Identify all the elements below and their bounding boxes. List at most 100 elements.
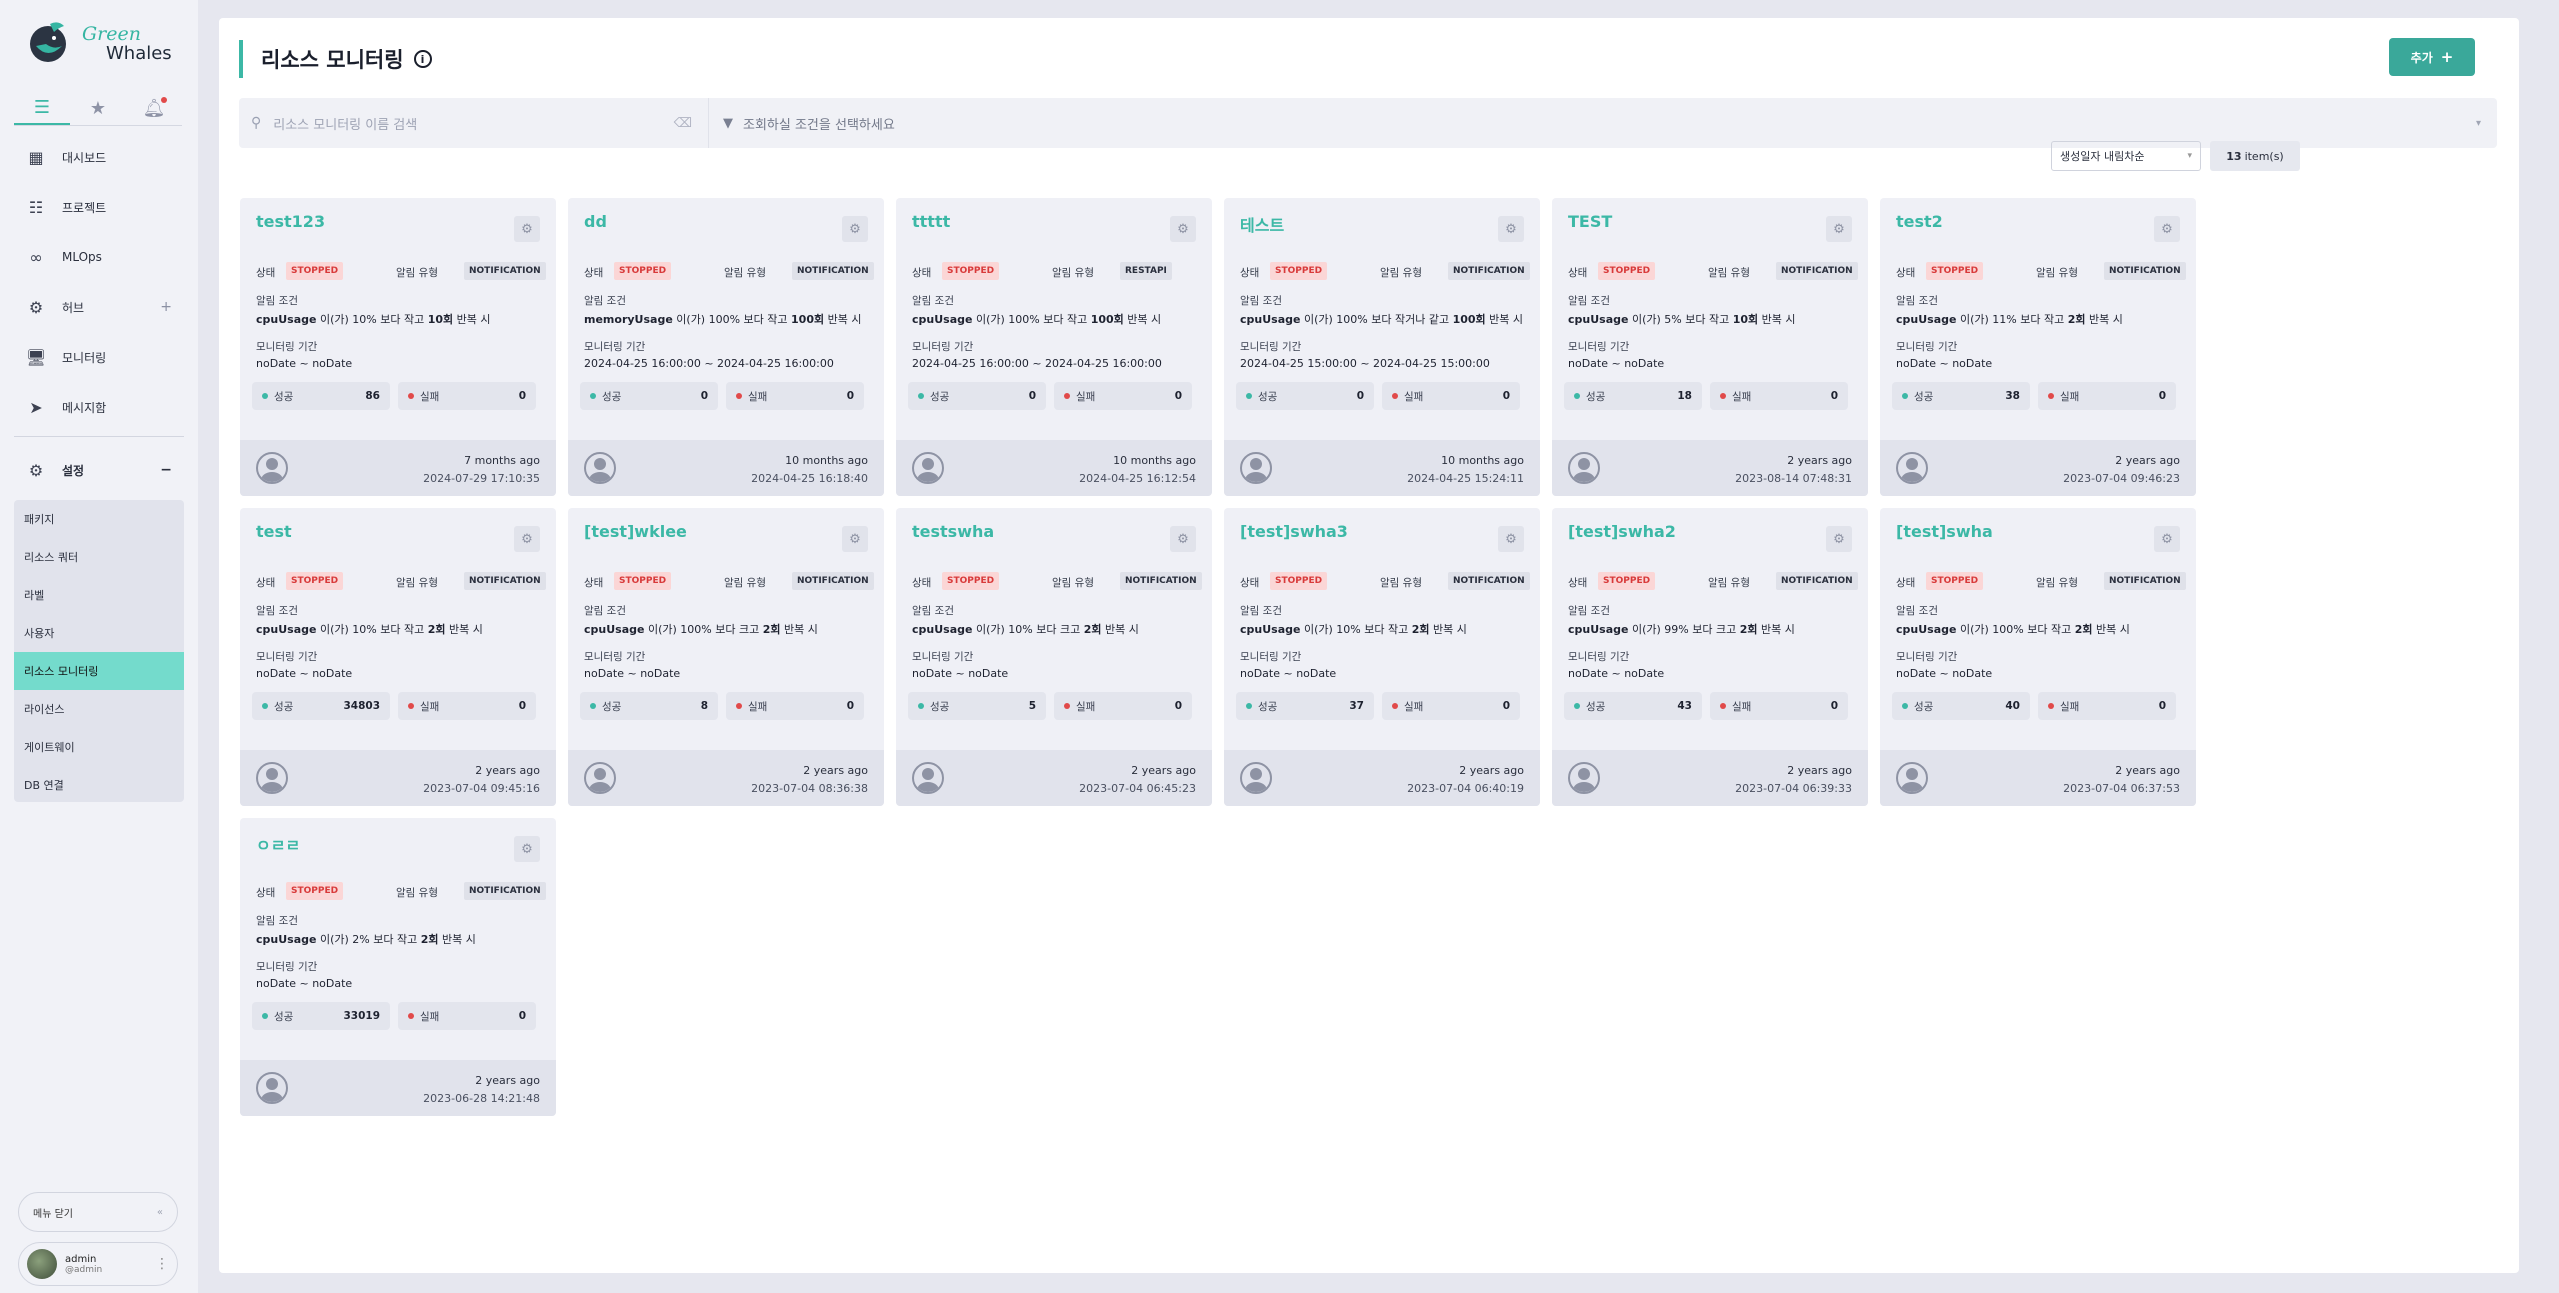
- submenu-item-resource-monitoring[interactable]: 리소스 모니터링: [14, 652, 184, 690]
- alert-condition-label: 알림 조건: [1240, 295, 1282, 307]
- status-label: 상태: [1568, 267, 1588, 279]
- sidebar-item-dashboard[interactable]: ▦ 대시보드: [0, 132, 198, 182]
- success-count: 8: [700, 700, 708, 712]
- monitoring-card[interactable]: ttttt ⚙ 상태 STOPPED 알림 유형 RESTAPI 알림 조건 c…: [896, 198, 1212, 496]
- sidebar-item-project[interactable]: ☷ 프로젝트: [0, 182, 198, 232]
- gear-icon[interactable]: ⚙: [1170, 216, 1196, 242]
- period-label: 모니터링 기간: [256, 341, 318, 353]
- card-title[interactable]: [test]swha3: [1240, 522, 1348, 541]
- submenu-item-resource-quota[interactable]: 리소스 쿼터: [14, 538, 184, 576]
- logo[interactable]: Green Whales: [28, 18, 178, 72]
- sidebar-item-messages[interactable]: ➤ 메시지함: [0, 382, 198, 432]
- monitoring-card[interactable]: [test]swha2 ⚙ 상태 STOPPED 알림 유형 NOTIFICAT…: [1552, 508, 1868, 806]
- fail-dot-icon: [408, 1013, 414, 1019]
- card-title[interactable]: [test]wklee: [584, 522, 687, 541]
- card-title[interactable]: [test]swha: [1896, 522, 1993, 541]
- card-title[interactable]: test123: [256, 212, 325, 231]
- alert-type-label: 알림 유형: [2036, 577, 2078, 589]
- sidebar-item-mlops[interactable]: ∞ MLOps: [0, 232, 198, 282]
- success-label: 성공: [1586, 390, 1606, 403]
- fail-dot-icon: [408, 393, 414, 399]
- period-text: noDate ~ noDate: [1896, 357, 1993, 370]
- card-title[interactable]: 테스트: [1240, 212, 1284, 236]
- submenu-item-gateway[interactable]: 게이트웨이: [14, 728, 184, 766]
- submenu-item-package[interactable]: 패키지: [14, 500, 184, 538]
- success-count: 34803: [343, 700, 380, 712]
- card-title[interactable]: ttttt: [912, 212, 950, 231]
- collapse-menu-button[interactable]: 메뉴 닫기 «: [18, 1192, 178, 1232]
- gear-icon[interactable]: ⚙: [1498, 216, 1524, 242]
- period-label: 모니터링 기간: [1896, 651, 1958, 663]
- alert-type-label: 알림 유형: [1708, 267, 1750, 279]
- gear-icon[interactable]: ⚙: [1170, 526, 1196, 552]
- gear-icon[interactable]: ⚙: [514, 526, 540, 552]
- gear-icon[interactable]: ⚙: [2154, 216, 2180, 242]
- submenu-item-db-connection[interactable]: DB 연결: [14, 766, 184, 804]
- fail-label: 실패: [420, 390, 440, 403]
- repeat-suffix: 반복 시: [453, 313, 491, 326]
- monitoring-card[interactable]: dd ⚙ 상태 STOPPED 알림 유형 NOTIFICATION 알림 조건…: [568, 198, 884, 496]
- sidebar-item-settings[interactable]: ⚙ 설정 −: [0, 445, 198, 495]
- gear-icon[interactable]: ⚙: [1826, 526, 1852, 552]
- avatar: [27, 1249, 57, 1279]
- gear-icon[interactable]: ⚙: [514, 216, 540, 242]
- monitoring-card[interactable]: TEST ⚙ 상태 STOPPED 알림 유형 NOTIFICATION 알림 …: [1552, 198, 1868, 496]
- gear-icon[interactable]: ⚙: [1826, 216, 1852, 242]
- clear-icon[interactable]: ⌫: [674, 116, 692, 131]
- gear-icon[interactable]: ⚙: [842, 526, 868, 552]
- search-input[interactable]: ⚲ 리소스 모니터링 이름 검색 ⌫: [239, 98, 709, 148]
- monitoring-card[interactable]: [test]swha ⚙ 상태 STOPPED 알림 유형 NOTIFICATI…: [1880, 508, 2196, 806]
- gear-icon[interactable]: ⚙: [2154, 526, 2180, 552]
- submenu-item-label[interactable]: 라벨: [14, 576, 184, 614]
- tab-menu[interactable]: ☰: [14, 92, 70, 125]
- monitoring-card[interactable]: test123 ⚙ 상태 STOPPED 알림 유형 NOTIFICATION …: [240, 198, 556, 496]
- card-title[interactable]: [test]swha2: [1568, 522, 1676, 541]
- expand-plus-icon[interactable]: +: [160, 299, 172, 315]
- card-footer: 10 months ago 2024-04-25 16:12:54: [896, 440, 1212, 496]
- gear-icon[interactable]: ⚙: [514, 836, 540, 862]
- submenu-item-license[interactable]: 라이선스: [14, 690, 184, 728]
- user-profile[interactable]: admin @admin ⋮: [18, 1242, 178, 1286]
- card-title[interactable]: TEST: [1568, 212, 1612, 231]
- card-title[interactable]: test2: [1896, 212, 1943, 231]
- monitoring-card[interactable]: [test]swha3 ⚙ 상태 STOPPED 알림 유형 NOTIFICAT…: [1224, 508, 1540, 806]
- condition-mid: 이(가) 10% 보다 작고: [1300, 623, 1412, 636]
- info-icon[interactable]: i: [413, 50, 432, 68]
- sidebar-item-hub[interactable]: ⚙ 허브 +: [0, 282, 198, 332]
- submenu-item-users[interactable]: 사용자: [14, 614, 184, 652]
- sidebar-item-monitoring[interactable]: 🖥︎ 모니터링: [0, 332, 198, 382]
- monitoring-card[interactable]: testswha ⚙ 상태 STOPPED 알림 유형 NOTIFICATION…: [896, 508, 1212, 806]
- tab-notifications[interactable]: 🔔︎: [126, 92, 182, 125]
- tab-favorites[interactable]: ★: [70, 92, 126, 125]
- success-stat: 성공 43: [1564, 692, 1702, 720]
- period-text: noDate ~ noDate: [584, 667, 681, 680]
- sort-select[interactable]: 생성일자 내림차순 ▾: [2051, 141, 2201, 171]
- gear-icon[interactable]: ⚙: [1498, 526, 1524, 552]
- period-text: noDate ~ noDate: [256, 667, 353, 680]
- collapse-minus-icon[interactable]: −: [160, 462, 172, 478]
- add-button[interactable]: 추가 +: [2389, 38, 2475, 76]
- monitoring-card[interactable]: [test]wklee ⚙ 상태 STOPPED 알림 유형 NOTIFICAT…: [568, 508, 884, 806]
- search-icon: ⚲: [251, 115, 262, 131]
- monitoring-card[interactable]: test2 ⚙ 상태 STOPPED 알림 유형 NOTIFICATION 알림…: [1880, 198, 2196, 496]
- gear-icon[interactable]: ⚙: [842, 216, 868, 242]
- condition-select[interactable]: ▼ 조회하실 조건을 선택하세요 ▾: [709, 114, 2497, 133]
- plus-icon: +: [2440, 48, 2454, 66]
- card-title[interactable]: testswha: [912, 522, 994, 541]
- item-count-suffix: item(s): [2244, 149, 2284, 163]
- card-title[interactable]: dd: [584, 212, 607, 231]
- card-title[interactable]: ㅇㄹㄹ: [256, 832, 300, 856]
- alert-type-label: 알림 유형: [396, 577, 438, 589]
- card-title[interactable]: test: [256, 522, 292, 541]
- more-vertical-icon[interactable]: ⋮: [155, 1256, 169, 1272]
- monitoring-card[interactable]: test ⚙ 상태 STOPPED 알림 유형 NOTIFICATION 알림 …: [240, 508, 556, 806]
- monitoring-card[interactable]: ㅇㄹㄹ ⚙ 상태 STOPPED 알림 유형 NOTIFICATION 알림 조…: [240, 818, 556, 1116]
- monitoring-card[interactable]: 테스트 ⚙ 상태 STOPPED 알림 유형 NOTIFICATION 알림 조…: [1224, 198, 1540, 496]
- fail-count: 0: [518, 390, 526, 402]
- metric-name: cpuUsage: [912, 623, 973, 636]
- success-count: 40: [2005, 700, 2020, 712]
- fail-label: 실패: [748, 390, 768, 403]
- repeat-suffix: 반복 시: [1485, 313, 1524, 326]
- status-badge: STOPPED: [286, 262, 344, 280]
- alert-condition-label: 알림 조건: [1568, 605, 1610, 617]
